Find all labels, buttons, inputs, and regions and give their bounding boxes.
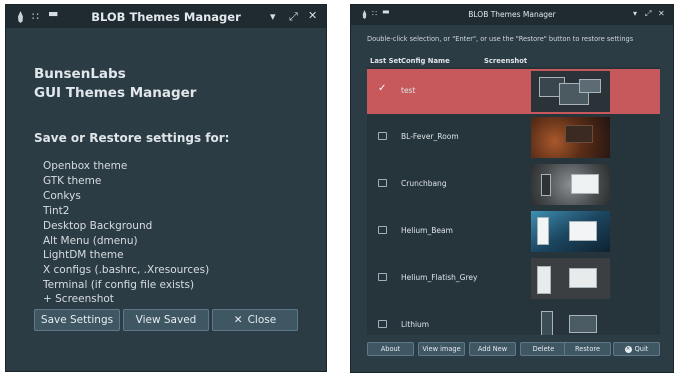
about-label: About [380,345,401,353]
column-header-screenshot[interactable]: Screenshot [484,57,527,65]
list-item: LightDM theme [43,249,124,261]
maximize-icon[interactable]: ⤢ [289,11,298,22]
close-icon[interactable]: ✕ [308,10,317,21]
screenshot-thumbnail [531,164,610,205]
close-x-icon: ✕ [233,314,243,326]
column-header-config-name[interactable]: Config Name [401,57,450,65]
list-item: Alt Menu (dmenu) [43,235,138,247]
checkbox-icon [378,132,387,140]
config-name: Lithium [401,320,430,329]
quit-label: Quit [634,345,649,353]
restore-window: ∷ ▬ BLOB Themes Manager ▾ ⤢ ✕ Double-cli… [350,4,674,373]
settings-heading: Save or Restore settings for: [34,131,230,145]
title-bar[interactable]: ∷ ▬ BLOB Themes Manager ▾ ⤢ ✕ [351,5,673,25]
list-item: Conkys [43,190,81,202]
list-item: X configs (.bashrc, .Xresources) [43,264,210,276]
close-icon[interactable]: ✕ [658,10,665,18]
restore-label: Restore [574,345,601,353]
window-title: BLOB Themes Manager [91,10,241,24]
app-subtitle: GUI Themes Manager [34,85,197,101]
config-name: test [401,86,416,95]
checkbox-icon [378,226,387,234]
column-header-last-set[interactable]: Last Set [370,57,401,65]
shade-icon[interactable]: ▾ [270,11,276,22]
checkmark-icon: ✓ [378,83,387,94]
table-row[interactable]: Crunchbang [367,162,660,207]
list-item: GTK theme [43,175,102,187]
screenshot-thumbnail [531,211,610,252]
table-row[interactable]: Lithium [367,303,660,335]
quit-button[interactable]: ✕ Quit [613,342,660,356]
view-saved-label: View Saved [135,314,197,326]
view-saved-button[interactable]: View Saved [123,309,209,331]
close-button[interactable]: ✕ Close [212,309,298,331]
screenshot-thumbnail [531,117,610,158]
screenshot-thumbnail [531,258,610,299]
app-name: BunsenLabs [34,66,126,82]
list-item: Openbox theme [43,160,128,172]
save-settings-button[interactable]: Save Settings [34,309,120,331]
shade-icon[interactable]: ▾ [633,10,637,18]
save-restore-window: ∷ ▬ BLOB Themes Manager ▾ ⤢ ✕ BunsenLabs… [5,4,327,372]
table-row[interactable]: ✓ test [367,69,660,114]
list-item: + Screenshot [43,293,114,305]
view-image-label: View image [422,345,461,353]
config-name: Helium_Beam [401,226,453,235]
quit-icon: ✕ [624,345,632,353]
table-row[interactable]: BL-Fever_Room [367,115,660,160]
delete-label: Delete [532,345,555,353]
checkbox-icon [378,320,387,328]
save-settings-label: Save Settings [40,314,114,326]
delete-button[interactable]: Delete [520,342,567,356]
screenshot-thumbnail [531,305,610,335]
config-name: BL-Fever_Room [401,132,459,141]
table-row[interactable]: Helium_Flatish_Grey [367,256,660,301]
config-name: Helium_Flatish_Grey [401,273,478,282]
config-name: Crunchbang [401,179,447,188]
about-button[interactable]: About [367,342,414,356]
list-item: Terminal (if config file exists) [43,279,195,291]
screenshot-thumbnail [531,71,610,112]
list-item: Desktop Background [43,220,153,232]
config-list[interactable]: ✓ test BL-Fever_Room Crunchbang Helium_B… [367,67,660,335]
window-title: BLOB Themes Manager [468,10,556,19]
add-new-button[interactable]: Add New [469,342,516,356]
restore-button[interactable]: Restore [564,342,611,356]
add-new-label: Add New [477,345,508,353]
maximize-icon[interactable]: ⤢ [645,10,651,18]
view-image-button[interactable]: View image [418,342,465,356]
title-bar[interactable]: ∷ ▬ BLOB Themes Manager ▾ ⤢ ✕ [6,5,326,28]
instructions-text: Double-click selection, or "Enter", or u… [367,35,634,43]
checkbox-icon [378,179,387,187]
checkbox-icon [378,273,387,281]
close-label: Close [247,314,277,326]
list-item: Tint2 [43,205,70,217]
table-row[interactable]: Helium_Beam [367,209,660,254]
